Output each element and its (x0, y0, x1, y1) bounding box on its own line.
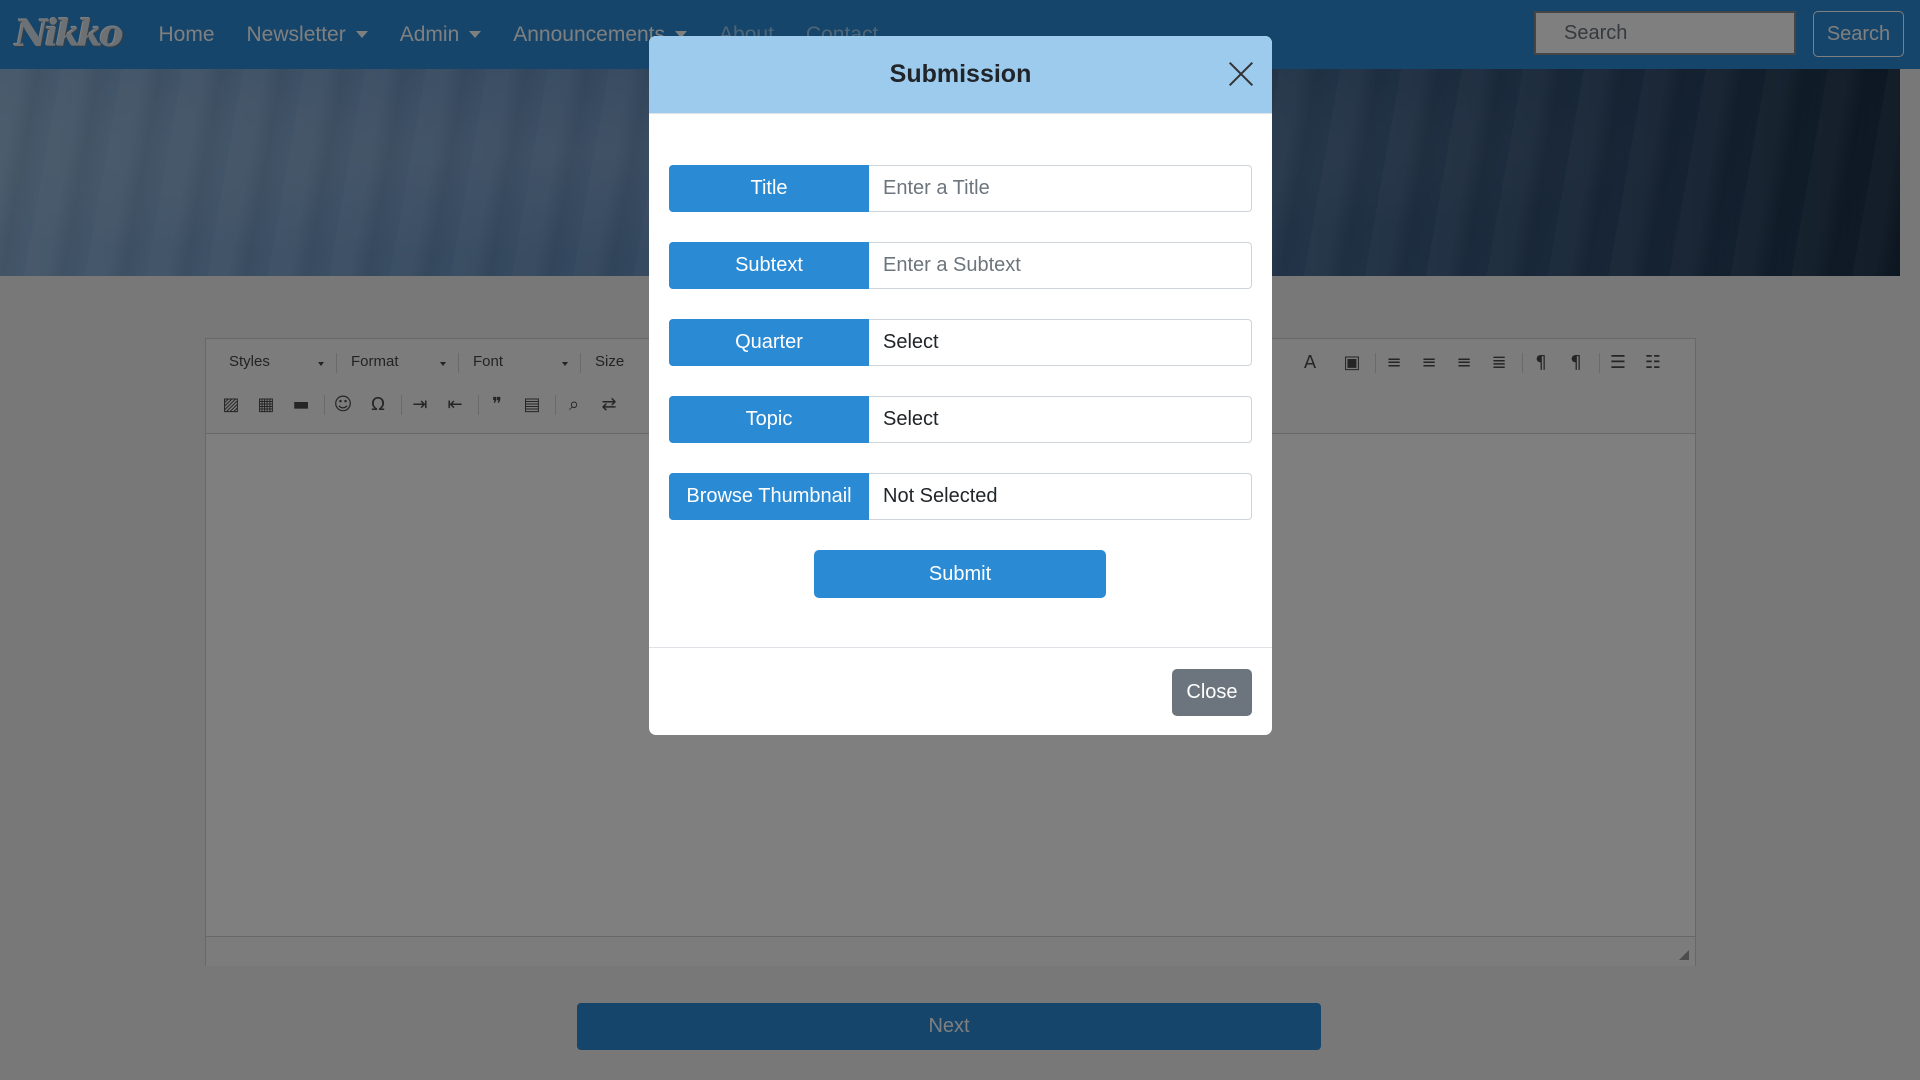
submit-button[interactable]: Submit (814, 550, 1106, 598)
submission-modal: Submission Title Subtext Quarter Select … (649, 36, 1272, 735)
browse-thumbnail-button[interactable]: Browse Thumbnail (669, 473, 869, 520)
quarter-select[interactable]: Select (869, 319, 1252, 366)
quarter-row: Quarter Select (669, 319, 1252, 366)
subtext-input[interactable] (869, 242, 1252, 289)
modal-header: Submission (649, 36, 1272, 114)
close-icon[interactable] (1228, 61, 1254, 87)
subtext-row: Subtext (669, 242, 1252, 289)
subtext-label: Subtext (669, 242, 869, 289)
thumbnail-row: Browse Thumbnail Not Selected (669, 473, 1252, 520)
topic-label: Topic (669, 396, 869, 443)
modal-title: Submission (889, 60, 1032, 88)
topic-select[interactable]: Select (869, 396, 1252, 443)
thumbnail-file-field[interactable]: Not Selected (869, 473, 1252, 520)
modal-footer: Close (649, 647, 1272, 735)
title-label: Title (669, 165, 869, 212)
title-row: Title (669, 165, 1252, 212)
topic-row: Topic Select (669, 396, 1252, 443)
close-button[interactable]: Close (1172, 669, 1252, 716)
title-input[interactable] (869, 165, 1252, 212)
quarter-label: Quarter (669, 319, 869, 366)
